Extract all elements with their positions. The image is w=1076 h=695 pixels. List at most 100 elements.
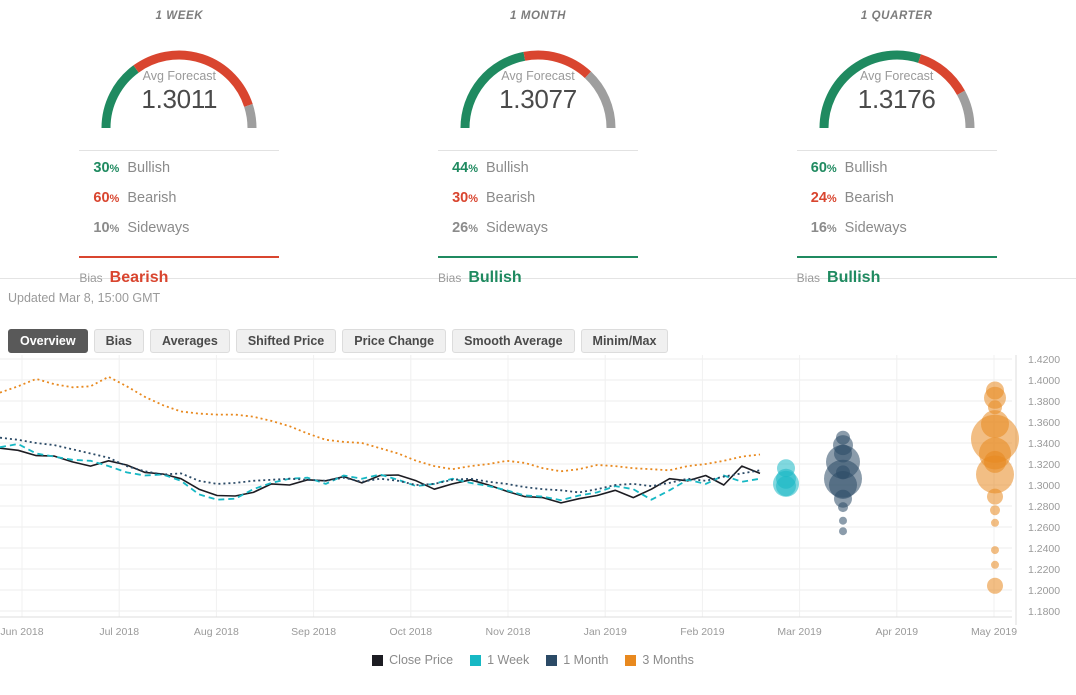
stat-row: 44%Bullish: [438, 160, 638, 190]
forecast-chart[interactable]: 1.42001.40001.38001.36001.34001.32001.30…: [0, 351, 1076, 649]
gauge-arc-bullish: [824, 55, 920, 128]
x-axis-tick: Oct 2018: [389, 626, 432, 638]
gauge-arc-bearish: [136, 55, 248, 105]
x-axis-tick: Sep 2018: [291, 626, 336, 638]
stat-percent-value: 16: [811, 220, 827, 236]
y-axis-tick: 1.3000: [1028, 480, 1060, 492]
percent-sign: %: [827, 193, 837, 205]
percent-sign: %: [110, 223, 120, 235]
y-axis-tick: 1.3600: [1028, 417, 1060, 429]
series-line: [0, 448, 760, 503]
gauge-arc-sideways: [588, 75, 611, 128]
stat-row: 24%Bearish: [797, 190, 997, 220]
gauge-arc-bullish: [465, 56, 524, 128]
y-axis-tick: 1.2600: [1028, 522, 1060, 534]
gauge-arc-sideways: [249, 105, 253, 128]
stat-percent: 10%: [79, 220, 127, 236]
y-axis-tick: 1.2200: [1028, 564, 1060, 576]
card-title: 1 WEEK: [155, 10, 203, 22]
legend-item[interactable]: 1 Week: [470, 653, 529, 667]
stat-label: Bullish: [845, 160, 888, 176]
stat-percent: 16%: [797, 220, 845, 236]
stat-row: 30%Bullish: [79, 160, 279, 190]
sentiment-stats: 30%Bullish60%Bearish10%SidewaysBiasBeari…: [79, 150, 279, 287]
forecast-bubble: [776, 476, 796, 496]
stat-percent: 60%: [797, 160, 845, 176]
stat-row: 10%Sideways: [79, 220, 279, 250]
stat-label: Bearish: [486, 190, 535, 206]
legend-label: Close Price: [389, 653, 453, 667]
stat-percent-value: 60: [93, 190, 109, 206]
forecast-bubble: [976, 456, 1014, 494]
bias-value: Bullish: [827, 269, 880, 287]
x-axis-tick: Apr 2019: [875, 626, 918, 638]
forecast-gauge: Avg Forecast1.3077: [436, 28, 640, 136]
bias-row: BiasBearish: [79, 258, 279, 287]
stat-row: 60%Bullish: [797, 160, 997, 190]
forecast-bubble: [991, 546, 999, 554]
card-title: 1 MONTH: [510, 10, 566, 22]
tab-averages[interactable]: Averages: [150, 329, 230, 353]
legend-item[interactable]: Close Price: [372, 653, 453, 667]
y-axis-tick: 1.4200: [1028, 354, 1060, 366]
percent-sign: %: [468, 193, 478, 205]
y-axis-tick: 1.3800: [1028, 396, 1060, 408]
stat-row: 26%Sideways: [438, 220, 638, 250]
bias-value: Bearish: [110, 269, 169, 287]
y-axis-tick: 1.2000: [1028, 585, 1060, 597]
tab-overview[interactable]: Overview: [8, 329, 88, 353]
x-axis-tick: Mar 2019: [777, 626, 822, 638]
y-axis-tick: 1.2400: [1028, 543, 1060, 555]
x-axis-tick: Aug 2018: [194, 626, 239, 638]
gauge-arc-bearish: [524, 55, 588, 75]
stat-percent-value: 26: [452, 220, 468, 236]
bias-row: BiasBullish: [438, 258, 638, 287]
percent-sign: %: [827, 223, 837, 235]
stat-row: 30%Bearish: [438, 190, 638, 220]
series-line: [0, 377, 760, 472]
y-axis-tick: 1.3200: [1028, 459, 1060, 471]
forecast-cards: 1 WEEKAvg Forecast1.301130%Bullish60%Bea…: [0, 0, 1076, 278]
forecast-bubble: [990, 505, 1000, 515]
legend-swatch-icon: [470, 655, 481, 666]
bias-label: Bias: [797, 271, 820, 285]
tab-smooth-average[interactable]: Smooth Average: [452, 329, 574, 353]
series-line: [0, 438, 760, 493]
stat-percent-value: 44: [452, 160, 468, 176]
forecast-bubble: [838, 502, 848, 512]
x-axis-tick: May 2019: [971, 626, 1017, 638]
stat-percent: 24%: [797, 190, 845, 206]
tab-minim-max[interactable]: Minim/Max: [581, 329, 669, 353]
forecast-bubble: [839, 527, 847, 535]
tab-shifted-price[interactable]: Shifted Price: [236, 329, 336, 353]
chart-tabs: OverviewBiasAveragesShifted PricePrice C…: [0, 305, 1076, 351]
percent-sign: %: [827, 163, 837, 175]
stat-label: Bearish: [127, 190, 176, 206]
y-axis-tick: 1.1800: [1028, 606, 1060, 618]
stat-label: Sideways: [845, 220, 907, 236]
forecast-bubble: [991, 561, 999, 569]
forecast-bubble: [839, 517, 847, 525]
forecast-bubble: [991, 519, 999, 527]
stat-percent: 30%: [79, 160, 127, 176]
tab-price-change[interactable]: Price Change: [342, 329, 446, 353]
legend-item[interactable]: 1 Month: [546, 653, 608, 667]
stat-percent-value: 30: [93, 160, 109, 176]
gauge-arc-sideways: [961, 93, 970, 128]
stat-label: Bearish: [845, 190, 894, 206]
tab-bias[interactable]: Bias: [94, 329, 144, 353]
chart-legend: Close Price 1 Week 1 Month 3 Months: [0, 649, 1076, 671]
percent-sign: %: [110, 193, 120, 205]
bias-value: Bullish: [468, 269, 521, 287]
x-axis-tick: Jun 2018: [0, 626, 43, 638]
stat-label: Bullish: [127, 160, 170, 176]
stat-percent: 26%: [438, 220, 486, 236]
stat-percent: 60%: [79, 190, 127, 206]
x-axis-tick: Feb 2019: [680, 626, 725, 638]
percent-sign: %: [468, 163, 478, 175]
stat-percent-value: 10: [93, 220, 109, 236]
stat-percent: 30%: [438, 190, 486, 206]
stat-label: Sideways: [486, 220, 548, 236]
forecast-gauge: Avg Forecast1.3011: [77, 28, 281, 136]
legend-item[interactable]: 3 Months: [625, 653, 693, 667]
